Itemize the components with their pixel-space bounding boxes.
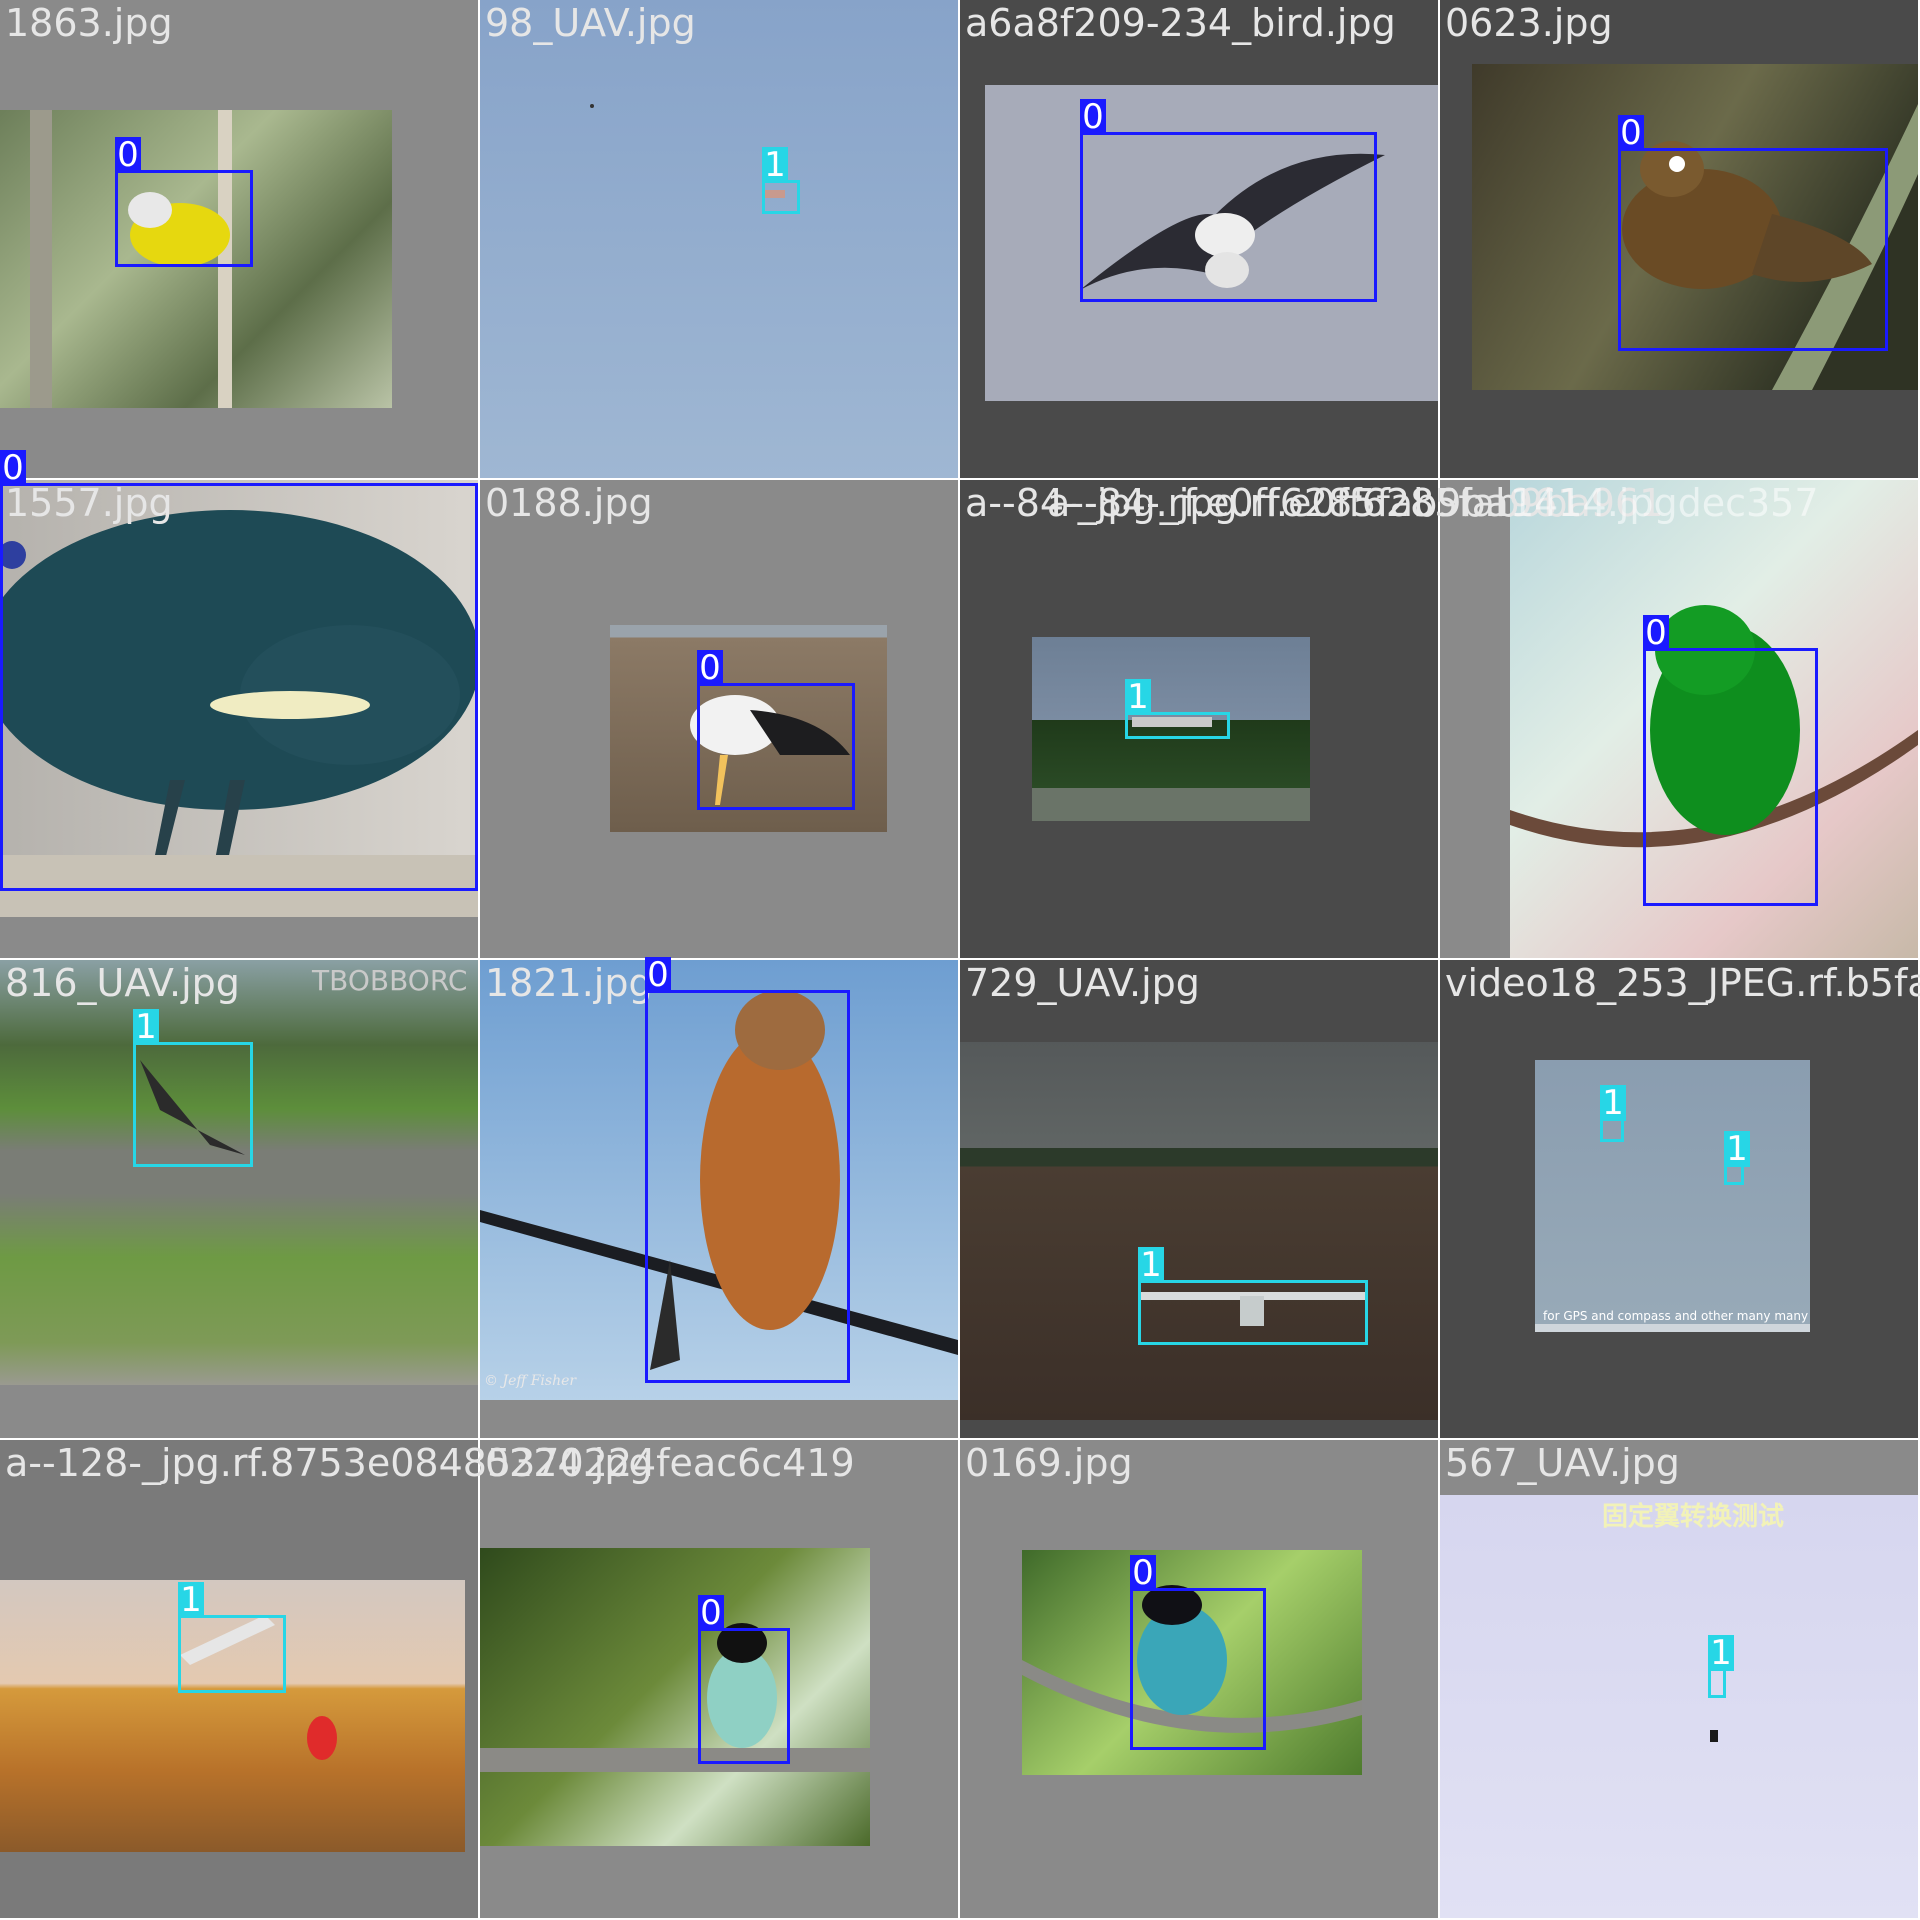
class-label: 0 [645, 957, 671, 993]
filename-label: 1863.jpg [5, 1, 173, 45]
class-label: 0 [0, 450, 26, 486]
detection-box-class-0: 0 [1080, 99, 1377, 302]
watermark-text: TBOBBORC [311, 964, 467, 997]
class-label: 1 [133, 1009, 159, 1045]
detection-box-class-1: 1 [1724, 1131, 1750, 1185]
tile-1557: 1557.jpg 0 [0, 450, 480, 960]
class-label: 1 [1708, 1635, 1734, 1671]
detection-box-class-0: 0 [115, 137, 253, 267]
detection-box-class-1: 1 [178, 1582, 286, 1693]
filename-label: 567_UAV.jpg [1445, 1441, 1680, 1485]
photo-sky [480, 0, 958, 478]
photo-hazy-sky: for GPS and compass and other many many … [1535, 1060, 1810, 1332]
banner-text: 固定翼转换测试 [1602, 1501, 1784, 1532]
class-label: 1 [178, 1582, 204, 1618]
tile-98-uav: 98_UAV.jpg 1 [480, 0, 960, 480]
detection-box-class-0: 0 [698, 1595, 790, 1764]
photo-pitta-branch [480, 1548, 870, 1846]
detection-box-class-1: 1 [1125, 679, 1230, 739]
tile-a6a8f209: a6a8f209-234_bird.jpg 0 [960, 0, 1440, 480]
filename-label: 0623.jpg [1445, 1, 1613, 45]
video-caption: for GPS and compass and other many many … [1543, 1309, 1810, 1323]
class-label: 1 [762, 147, 788, 183]
detection-box-class-1: 1 [1708, 1635, 1734, 1698]
detection-box-class-0: 0 [1643, 615, 1818, 906]
class-label: 1 [1138, 1247, 1164, 1283]
detection-box-class-0: 0 [1618, 115, 1888, 351]
tile-729-uav: 729_UAV.jpg 1 [960, 960, 1440, 1440]
class-label: 1 [1724, 1131, 1750, 1167]
class-label: 0 [115, 137, 141, 173]
filename-label: 0224.jpg [485, 1441, 653, 1485]
tile-0623: 0623.jpg 0 [1440, 0, 1920, 480]
class-label: 1 [1600, 1085, 1626, 1121]
filename-label: 0169.jpg [965, 1441, 1133, 1485]
filename-label: 0188.jpg [485, 481, 653, 525]
tile-video18: for GPS and compass and other many many … [1440, 960, 1920, 1440]
detection-box-class-0: 0 [0, 450, 478, 891]
class-label: 1 [1125, 679, 1151, 715]
tile-0224: 0224.jpg 0 [480, 1440, 960, 1920]
detection-box-class-0: 0 [645, 957, 850, 1383]
tile-a-84: a--84-_jpg.rf.e0ff6285fab9ba961 1 [960, 480, 1581, 960]
tile-green-bird: a--84-_jpg.rf.e0ff6285fab9ba961 1414.jpg… [1047, 480, 1920, 960]
class-label: 0 [1643, 615, 1669, 651]
tile-816-uav: TBOBBORC 816_UAV.jpg 1 [0, 960, 480, 1440]
filename-label: 729_UAV.jpg [965, 961, 1200, 1005]
detection-box-class-1: 1 [762, 147, 800, 214]
filename-label: video18_253_JPEG.rf.b5fac [1445, 961, 1920, 1005]
class-label: 0 [697, 650, 723, 686]
class-label: 0 [1618, 115, 1644, 151]
tile-1863: 1863.jpg 0 [0, 0, 480, 480]
detection-box-class-1: 1 [1138, 1247, 1368, 1345]
photo-pale-sky: 固定翼转换测试 [1440, 1495, 1918, 1918]
filename-label: a6a8f209-234_bird.jpg [965, 1, 1396, 45]
class-label: 0 [1130, 1555, 1156, 1591]
photo-crashed-plane: TBOBBORC [0, 960, 478, 1385]
tile-a-128: a--128-_jpg.rf.8753e08485370224feac6c419… [0, 1440, 855, 1920]
tile-1821: © Jeff Fisher 1821.jpg 0 [480, 957, 960, 1440]
detection-mosaic: 1863.jpg 0 98_UAV.jpg 1 a6a8f209-234_bir… [0, 0, 1920, 1920]
detection-box-class-0: 0 [697, 650, 855, 810]
detection-box-class-0: 0 [1130, 1555, 1266, 1750]
photo-field-plane [960, 1042, 1438, 1420]
detection-box-class-1: 1 [1600, 1085, 1626, 1142]
detection-box-class-1: 1 [133, 1009, 253, 1167]
tile-0188: 0188.jpg 0 [480, 480, 960, 960]
class-label: 0 [698, 1595, 724, 1631]
photo-credit: © Jeff Fisher [484, 1373, 577, 1389]
tile-0169: 0169.jpg 0 [960, 1440, 1440, 1920]
tile-567-uav: 固定翼转换测试 567_UAV.jpg 1 [1440, 1440, 1920, 1920]
class-label: 0 [1080, 99, 1106, 135]
